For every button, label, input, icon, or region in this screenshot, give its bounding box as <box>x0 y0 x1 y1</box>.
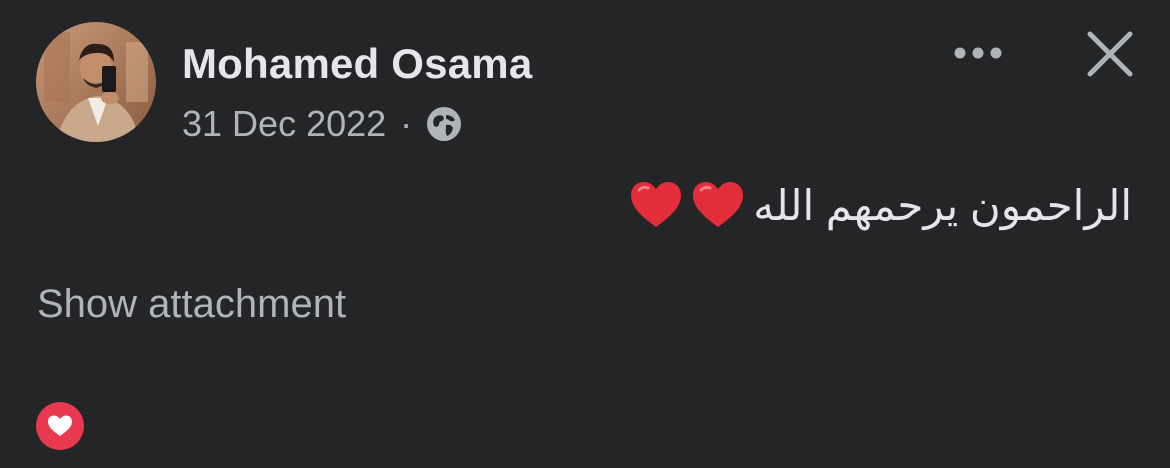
post-text-content: الراحمون يرحمهم الله <box>753 181 1132 229</box>
red-heart-icon <box>693 182 744 227</box>
globe-icon[interactable] <box>426 106 462 142</box>
post-card: Mohamed Osama 31 Dec 2022 · الراحمون يرح… <box>0 0 1170 468</box>
post-meta: 31 Dec 2022 · <box>182 102 462 146</box>
post-date[interactable]: 31 Dec 2022 <box>182 103 386 145</box>
red-heart-icon <box>631 182 682 227</box>
close-icon <box>1087 31 1133 77</box>
love-reaction-button[interactable] <box>36 402 84 450</box>
heart-icon <box>48 415 72 436</box>
more-horizontal-icon <box>954 47 1002 59</box>
avatar[interactable] <box>36 22 156 142</box>
close-button[interactable] <box>1082 26 1138 82</box>
meta-separator: · <box>400 103 413 144</box>
avatar-image <box>36 22 156 142</box>
more-options-button[interactable] <box>950 28 1006 78</box>
post-text: الراحمون يرحمهم الله <box>629 180 1132 230</box>
show-attachment-link[interactable]: Show attachment <box>37 282 346 327</box>
author-name[interactable]: Mohamed Osama <box>182 40 532 88</box>
heart-emojis <box>629 180 745 230</box>
